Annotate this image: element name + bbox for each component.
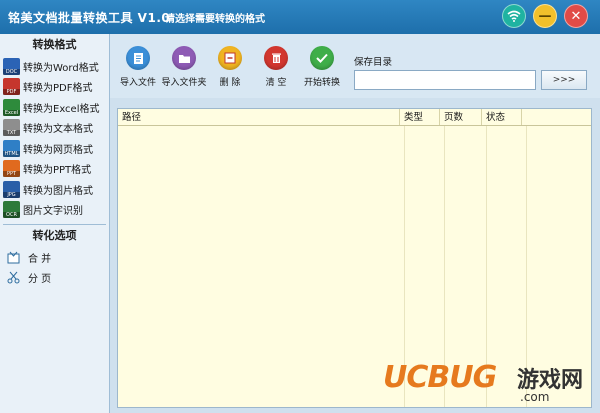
browse-button[interactable]: >>> — [541, 70, 587, 90]
wifi-button[interactable] — [502, 4, 526, 28]
close-button[interactable]: ✕ — [564, 4, 588, 28]
pdf-icon: PDF — [3, 78, 20, 96]
app-title: 铭美文档批量转换工具 V1.0 — [8, 11, 171, 25]
clear-label: 清 空 — [265, 78, 287, 88]
delete-button[interactable]: 删 除 — [204, 46, 256, 88]
sidebar-item-jpg[interactable]: JPG 转换为图片格式 — [0, 179, 109, 200]
import-file-button[interactable]: 导入文件 — [112, 46, 164, 88]
option-split[interactable]: 分 页 — [0, 267, 109, 287]
option-split-label: 分 页 — [28, 273, 52, 285]
import-folder-label: 导入文件夹 — [161, 78, 207, 88]
delete-label: 删 除 — [219, 78, 241, 88]
sidebar-item-doc[interactable]: DOC 转换为Word格式 — [0, 56, 109, 77]
icon-badge: Excel — [3, 109, 20, 116]
start-convert-button[interactable]: 开始转换 — [296, 46, 348, 88]
sidebar-item-label: 转换为图片格式 — [23, 185, 93, 197]
table-header: 路径 类型 页数 状态 — [118, 109, 591, 126]
sidebar-item-ppt[interactable]: PPT 转换为PPT格式 — [0, 159, 109, 180]
watermark-logo: UCBUG — [383, 360, 497, 395]
save-directory-input[interactable] — [354, 70, 536, 90]
start-convert-label: 开始转换 — [303, 78, 340, 88]
sidebar-item-txt[interactable]: TXT 转换为文本格式 — [0, 118, 109, 139]
icon-badge: TXT — [3, 130, 20, 137]
sidebar-item-label: 转换为文本格式 — [23, 124, 93, 136]
option-merge-label: 合 并 — [28, 253, 52, 265]
watermark-url: .com — [520, 390, 550, 404]
doc-icon: DOC — [3, 57, 20, 75]
sidebar-item-pdf[interactable]: PDF 转换为PDF格式 — [0, 77, 109, 98]
title-bar: 铭美文档批量转换工具 V1.0 请选择需要转换的格式 — ✕ — [0, 0, 600, 34]
sidebar-item-html[interactable]: HTML 转换为网页格式 — [0, 138, 109, 159]
sidebar-item-excel[interactable]: Excel 转换为Excel格式 — [0, 97, 109, 118]
sidebar-item-label: 转换为Excel格式 — [23, 103, 100, 115]
split-icon — [6, 270, 20, 284]
sidebar-item-label: 转换为PPT格式 — [23, 165, 92, 177]
delete-icon — [218, 46, 242, 70]
column-header-path[interactable]: 路径 — [118, 109, 400, 125]
ppt-icon: PPT — [3, 160, 20, 178]
sidebar-item-ocr[interactable]: OCR 图片文字识别 — [0, 200, 109, 221]
minimize-icon: — — [538, 8, 552, 24]
column-header-pages[interactable]: 页数 — [440, 109, 482, 125]
watermark: UCBUG 游戏网 .com — [383, 360, 593, 410]
icon-badge: PPT — [3, 171, 20, 178]
document-icon — [126, 46, 150, 70]
sidebar-item-label: 图片文字识别 — [23, 206, 83, 218]
sidebar-item-label: 转换为PDF格式 — [23, 83, 93, 95]
txt-icon: TXT — [3, 119, 20, 137]
icon-badge: JPG — [3, 191, 20, 198]
import-file-label: 导入文件 — [119, 78, 156, 88]
ocr-icon: OCR — [3, 201, 20, 219]
html-icon: HTML — [3, 139, 20, 157]
icon-badge: HTML — [3, 150, 20, 157]
clear-button[interactable]: 清 空 — [250, 46, 302, 88]
column-header-filler — [522, 109, 591, 125]
sidebar: 转换格式 DOC 转换为Word格式 PDF 转换为PDF格式 Excel 转换为Exce… — [0, 34, 110, 413]
sidebar-item-label: 转换为Word格式 — [23, 62, 99, 74]
toolbar: 导入文件 导入文件夹 删 除 清 空 开始转换 保存目录 >>> — [110, 34, 600, 98]
jpg-icon: JPG — [3, 180, 20, 198]
option-merge[interactable]: 合 并 — [0, 247, 109, 267]
import-folder-button[interactable]: 导入文件夹 — [158, 46, 210, 88]
icon-badge: DOC — [3, 68, 20, 75]
trash-icon — [264, 46, 288, 70]
format-section-header: 转换格式 — [32, 38, 77, 51]
wifi-icon — [507, 10, 521, 22]
column-header-status[interactable]: 状态 — [482, 109, 522, 125]
sidebar-item-label: 转换为网页格式 — [23, 144, 93, 156]
close-icon: ✕ — [570, 8, 582, 24]
excel-icon: Excel — [3, 98, 20, 116]
check-icon — [310, 46, 334, 70]
merge-icon — [6, 250, 20, 264]
icon-badge: OCR — [3, 212, 20, 219]
folder-icon — [172, 46, 196, 70]
save-directory-label: 保存目录 — [354, 57, 393, 68]
icon-badge: PDF — [3, 89, 20, 96]
options-section-header: 转化选项 — [32, 229, 77, 242]
column-header-type[interactable]: 类型 — [400, 109, 440, 125]
app-subtitle: 请选择需要转换的格式 — [165, 14, 265, 25]
minimize-button[interactable]: — — [533, 4, 557, 28]
